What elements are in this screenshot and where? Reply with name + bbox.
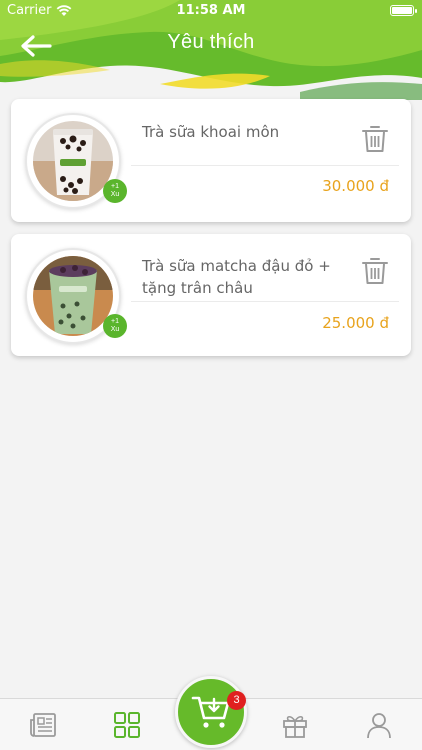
favorite-item[interactable]: +1 Xu Trà sữa matcha đậu đỏ + tặng trân … bbox=[11, 234, 411, 356]
user-icon bbox=[367, 713, 391, 739]
cart-button[interactable] bbox=[175, 676, 247, 748]
divider bbox=[131, 301, 399, 302]
xu-badge-amount: +1 bbox=[111, 183, 119, 190]
delete-button[interactable] bbox=[361, 124, 389, 154]
product-name: Trà sữa khoai môn bbox=[142, 123, 280, 141]
product-name: Trà sữa matcha đậu đỏ + tặng trân châu bbox=[142, 257, 331, 297]
cart-icon bbox=[191, 696, 230, 728]
page-title: Yêu thích bbox=[167, 31, 255, 53]
trash-icon bbox=[362, 258, 388, 284]
cart-count-badge: 3 bbox=[227, 691, 246, 710]
delete-button[interactable] bbox=[361, 256, 389, 286]
product-thumbnail: +1 Xu bbox=[25, 248, 127, 344]
xu-badge-unit: Xu bbox=[110, 191, 120, 198]
product-image bbox=[33, 121, 113, 201]
nav-menu[interactable] bbox=[112, 710, 142, 740]
battery-icon bbox=[390, 5, 417, 16]
product-thumbnail: +1 Xu bbox=[25, 113, 127, 209]
nav-account[interactable] bbox=[364, 710, 394, 740]
grid-icon bbox=[114, 712, 140, 738]
divider bbox=[131, 165, 399, 166]
gift-icon bbox=[283, 715, 307, 738]
nav-gifts[interactable] bbox=[280, 710, 310, 740]
nav-news[interactable] bbox=[28, 710, 58, 740]
xu-reward-badge: +1 Xu bbox=[103, 179, 127, 203]
product-price: 30.000 đ bbox=[322, 177, 389, 195]
status-bar: Carrier 11:58 AM bbox=[0, 0, 422, 22]
xu-badge-unit: Xu bbox=[110, 326, 120, 333]
xu-reward-badge: +1 Xu bbox=[103, 314, 127, 338]
product-image bbox=[33, 256, 113, 336]
favorite-item[interactable]: +1 Xu Trà sữa khoai môn 30.000 đ bbox=[11, 99, 411, 222]
product-price: 25.000 đ bbox=[322, 314, 389, 332]
trash-icon bbox=[362, 126, 388, 152]
status-time: 11:58 AM bbox=[176, 3, 246, 18]
header: Carrier 11:58 AM Yêu thích bbox=[0, 0, 422, 100]
newspaper-icon bbox=[30, 713, 56, 737]
xu-badge-amount: +1 bbox=[111, 318, 119, 325]
